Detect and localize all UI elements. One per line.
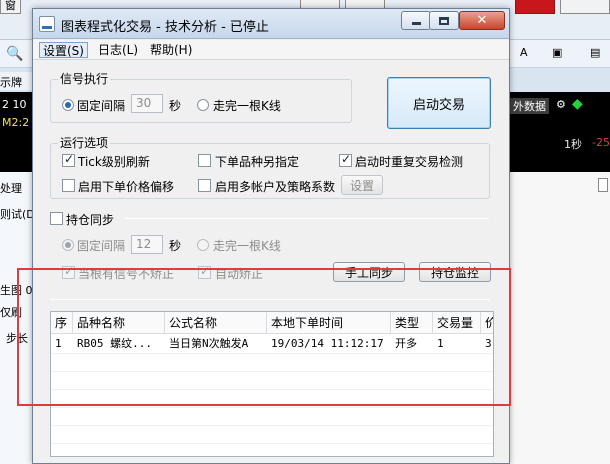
start-trading-button[interactable]: 启动交易 (387, 77, 491, 129)
order-table: 序 品种名称 公式名称 本地下单时间 类型 交易量 价 1 RB05 螺纹...… (50, 311, 494, 457)
column-type[interactable]: 类型 (391, 312, 433, 334)
trading-dialog: 图表程式化交易 - 技术分析 - 已停止 ✕ 设置(S) 日志(L) 帮助(H)… (32, 8, 510, 464)
minimize-icon (411, 22, 421, 25)
save-icon[interactable]: ▣ (552, 46, 562, 59)
cell-type: 开多 (395, 337, 417, 350)
row-line (51, 425, 493, 426)
chart-label-1: 2 10 (2, 98, 27, 111)
position-sync-label: 持仓同步 (66, 213, 115, 227)
complete-bar-radio[interactable] (197, 99, 209, 111)
price-offset-label: 启用下单价格偏移 (78, 180, 175, 194)
maximize-button[interactable] (429, 11, 459, 30)
signal-interval-input[interactable]: 30 (131, 94, 163, 113)
app-icon (39, 16, 55, 32)
cell-price: 3 (485, 337, 492, 350)
column-symbol-name[interactable]: 品种名称 (73, 312, 165, 334)
auto-correct-label: 自动矫正 (215, 267, 264, 281)
bg-left-label-7: 步长 (6, 332, 28, 345)
position-sync-divider (125, 218, 489, 219)
position-monitor-button[interactable]: 持仓监控 (419, 262, 491, 282)
minimize-button[interactable] (401, 11, 431, 30)
chart-right-label-1: 1秒 (564, 138, 582, 151)
sync-interval-unit: 秒 (169, 239, 182, 253)
column-formula-name[interactable]: 公式名称 (165, 312, 267, 334)
fixed-interval-radio[interactable] (62, 99, 74, 111)
table-row[interactable]: 1 RB05 螺纹... 当日第N次触发A 19/03/14 11:12:17 … (51, 335, 493, 353)
close-button[interactable]: ✕ (459, 11, 505, 30)
order-symbol-checkbox[interactable] (198, 154, 211, 167)
bg-toolbar-button-3[interactable] (560, 0, 610, 14)
chart-right-label-2: -25 (592, 136, 610, 149)
image-icon[interactable]: ▤ (590, 46, 600, 59)
background-left-panel: 处理 则试(D 生图 0 仅刷 步长 (0, 172, 36, 464)
menu-help[interactable]: 帮助(H) (147, 42, 195, 58)
cell-formula-name: 当日第N次触发A (169, 337, 249, 350)
sync-interval-input[interactable]: 12 (131, 235, 163, 254)
column-order-time[interactable]: 本地下单时间 (267, 312, 391, 334)
multi-account-checkbox[interactable] (198, 179, 211, 192)
chart-label-2: M2:2 (2, 116, 30, 129)
bg-left-label-6: 仅刷 (0, 306, 22, 319)
row-line (51, 353, 493, 354)
fixed-interval-label: 固定间隔 (77, 99, 126, 113)
column-price[interactable]: 价 (481, 312, 493, 334)
row-line (51, 407, 493, 408)
close-icon[interactable] (598, 178, 608, 192)
cell-index: 1 (55, 337, 62, 350)
gear-icon[interactable]: ⚙ (556, 98, 566, 111)
tick-refresh-checkbox[interactable] (62, 152, 75, 167)
price-offset-checkbox[interactable] (62, 179, 75, 192)
bg-red-button[interactable] (515, 0, 555, 14)
sync-fixed-interval-radio[interactable] (62, 239, 74, 251)
ticker-badge: 外数据 (510, 98, 549, 114)
bg-left-label-4: 则试(D (0, 208, 35, 221)
cell-symbol-name: RB05 螺纹... (77, 337, 152, 350)
no-correct-on-signal-label: 当根有信号不矫正 (78, 267, 175, 281)
row-line (51, 443, 493, 444)
run-options-title: 运行选项 (58, 134, 111, 151)
menu-bar: 设置(S) 日志(L) 帮助(H) (33, 40, 509, 60)
sync-complete-bar-label: 走完一根K线 (213, 239, 281, 253)
signal-interval-unit: 秒 (169, 99, 182, 113)
bg-left-label-3: 处理 (0, 182, 22, 195)
settings-button[interactable]: 设置 (341, 175, 383, 195)
column-volume[interactable]: 交易量 (433, 312, 481, 334)
menu-log[interactable]: 日志(L) (95, 42, 141, 58)
sync-fixed-interval-label: 固定间隔 (77, 239, 126, 253)
complete-bar-label: 走完一根K线 (213, 99, 281, 113)
signal-group-title: 信号执行 (58, 70, 111, 87)
row-line (51, 389, 493, 390)
zoom-icon[interactable]: 🔍 (6, 46, 23, 62)
background-right-panel (510, 172, 610, 464)
dialog-title: 图表程式化交易 - 技术分析 - 已停止 (61, 20, 269, 35)
cell-volume: 1 (437, 337, 444, 350)
bg-left-label-5: 生图 0 (0, 284, 33, 297)
table-header: 序 品种名称 公式名称 本地下单时间 类型 交易量 价 (51, 312, 493, 334)
bg-window-menu[interactable]: 窗 (0, 0, 21, 14)
title-bar[interactable]: 图表程式化交易 - 技术分析 - 已停止 ✕ (33, 9, 509, 39)
maximize-icon (439, 16, 449, 25)
menu-settings[interactable]: 设置(S) (39, 42, 88, 58)
position-sync-checkbox[interactable] (50, 212, 63, 225)
tick-refresh-label: Tick级别刷新 (78, 155, 150, 169)
sync-complete-bar-radio[interactable] (197, 239, 209, 251)
order-symbol-label: 下单品种另指定 (215, 155, 300, 169)
auto-correct-checkbox[interactable] (198, 264, 211, 279)
close-icon: ✕ (476, 13, 488, 28)
table-divider (50, 299, 490, 300)
row-line (51, 371, 493, 372)
manual-sync-button[interactable]: 手工同步 (333, 262, 405, 282)
cell-order-time: 19/03/14 11:12:17 (271, 337, 384, 350)
duplicate-check-label: 启动时重复交易检测 (355, 155, 464, 169)
duplicate-check-checkbox[interactable] (339, 152, 352, 167)
bg-left-label: 示牌 (0, 72, 34, 90)
no-correct-on-signal-checkbox[interactable] (62, 264, 75, 279)
column-index[interactable]: 序 (51, 312, 73, 334)
font-color-icon[interactable]: A (520, 46, 528, 59)
multi-account-label: 启用多帐户及策略系数 (215, 180, 336, 194)
diamond-icon: ◆ (572, 96, 583, 112)
